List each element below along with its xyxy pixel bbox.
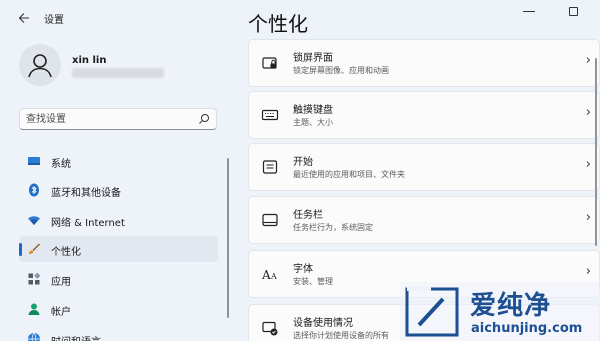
person-icon bbox=[28, 54, 52, 78]
svg-text:A: A bbox=[270, 272, 277, 281]
watermark-brand: 爱纯净 bbox=[470, 291, 552, 321]
svg-text:A: A bbox=[261, 268, 271, 282]
sidebar-item-label: 蓝牙和其他设备 bbox=[51, 188, 121, 199]
sidebar-item-label: 网络 & Internet bbox=[51, 218, 125, 229]
chevron-right-icon: › bbox=[585, 157, 591, 172]
search-box[interactable] bbox=[19, 108, 217, 130]
minimize-button[interactable] bbox=[523, 11, 535, 12]
page-title: 个性化 bbox=[248, 12, 308, 36]
maximize-button[interactable] bbox=[569, 7, 578, 16]
apps-icon bbox=[28, 272, 41, 285]
card-title: 设备使用情况 bbox=[293, 318, 353, 329]
card-title: 触摸键盘 bbox=[293, 105, 333, 116]
card-title: 字体 bbox=[293, 264, 313, 275]
settings-card-touch-keyboard[interactable]: 触摸键盘 主题、大小 › bbox=[248, 91, 600, 139]
search-input[interactable] bbox=[26, 112, 186, 126]
sidebar-item-network[interactable]: 网络 & Internet bbox=[19, 207, 218, 233]
card-title: 开始 bbox=[293, 157, 313, 168]
sidebar-item-system[interactable]: 系统 bbox=[19, 148, 218, 174]
settings-card-start[interactable]: 开始 最近使用的应用和项目、文件夹 › bbox=[248, 143, 600, 191]
card-subtitle: 主题、大小 bbox=[293, 118, 333, 127]
globe-clock-icon bbox=[28, 332, 40, 341]
sidebar-item-personalization[interactable]: 个性化 bbox=[19, 236, 218, 262]
card-subtitle: 任务栏行为，系统固定 bbox=[293, 223, 373, 232]
watermark-logo-icon bbox=[405, 287, 459, 337]
back-arrow-icon bbox=[18, 13, 29, 23]
settings-window: 设置 xin lin 系统 蓝牙和其他设备 bbox=[0, 0, 600, 341]
app-title: 设置 bbox=[44, 15, 64, 26]
card-title: 任务栏 bbox=[293, 210, 323, 221]
sidebar-item-label: 个性化 bbox=[51, 247, 81, 258]
device-usage-icon bbox=[262, 321, 278, 336]
sidebar-item-label: 时间和语言 bbox=[51, 333, 101, 341]
keyboard-icon bbox=[261, 109, 279, 121]
chevron-right-icon: › bbox=[585, 53, 591, 68]
sidebar-item-label: 应用 bbox=[51, 277, 71, 288]
card-subtitle: 选择你计划使用设备的所有 bbox=[293, 331, 389, 340]
settings-card-lock-screen[interactable]: 锁屏界面 锁定屏幕图像、应用和动画 › bbox=[248, 39, 600, 87]
sidebar-item-time-language[interactable]: 时间和语言 bbox=[19, 326, 218, 341]
search-icon bbox=[199, 114, 209, 124]
fonts-icon: A A bbox=[261, 268, 277, 282]
monitor-icon bbox=[28, 157, 40, 165]
sidebar-item-label: 系统 bbox=[51, 159, 71, 170]
watermark-url: aichunjing.com bbox=[471, 321, 583, 336]
user-email-redacted bbox=[72, 68, 164, 78]
chevron-right-icon: › bbox=[585, 210, 591, 225]
card-subtitle: 安装、管理 bbox=[293, 277, 333, 286]
start-icon bbox=[262, 160, 278, 174]
sidebar-item-label: 帐户 bbox=[51, 307, 71, 318]
sidebar-item-accounts[interactable]: 帐户 bbox=[19, 296, 218, 322]
taskbar-icon bbox=[262, 213, 278, 227]
avatar[interactable] bbox=[19, 44, 61, 86]
chevron-right-icon: › bbox=[585, 264, 591, 279]
sidebar-item-apps[interactable]: 应用 bbox=[19, 266, 218, 292]
user-name: xin lin bbox=[72, 55, 107, 66]
brush-icon bbox=[29, 243, 40, 254]
sidebar-scrollbar[interactable] bbox=[227, 158, 229, 318]
card-subtitle: 锁定屏幕图像、应用和动画 bbox=[293, 66, 389, 75]
chevron-right-icon: › bbox=[585, 105, 591, 120]
card-subtitle: 最近使用的应用和项目、文件夹 bbox=[293, 170, 405, 179]
settings-card-taskbar[interactable]: 任务栏 任务栏行为，系统固定 › bbox=[248, 196, 600, 244]
bluetooth-icon bbox=[29, 183, 39, 197]
wifi-icon bbox=[28, 216, 40, 225]
card-title: 锁屏界面 bbox=[293, 53, 333, 64]
main-scrollbar[interactable] bbox=[595, 58, 597, 246]
selection-indicator bbox=[19, 243, 22, 256]
lock-screen-icon bbox=[262, 57, 277, 69]
back-button[interactable] bbox=[14, 8, 34, 28]
person-icon bbox=[28, 303, 40, 315]
sidebar-item-bluetooth[interactable]: 蓝牙和其他设备 bbox=[19, 177, 218, 203]
